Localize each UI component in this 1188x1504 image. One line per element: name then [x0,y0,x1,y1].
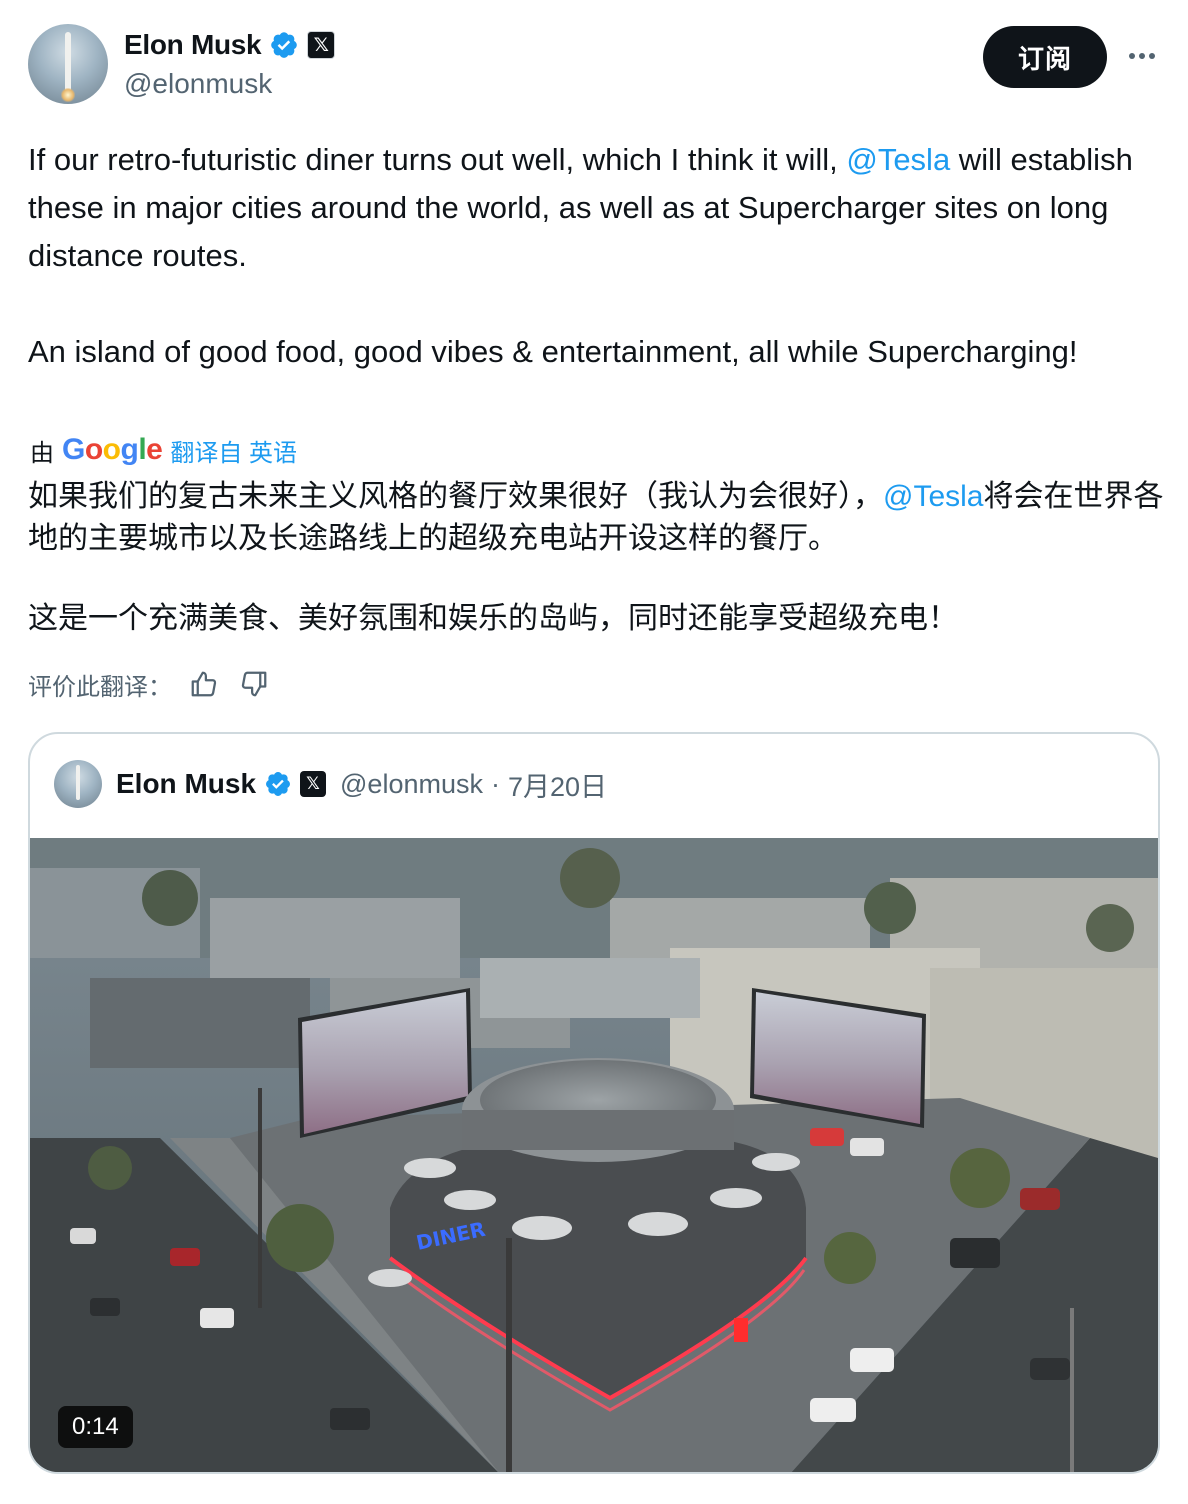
translated-mention-link[interactable]: @Tesla [883,480,984,513]
tweet-paragraph-2: An island of good food, good vibes & ent… [28,334,1078,369]
quoted-tweet-card[interactable]: Elon Musk 𝕏 @elonmusk · 7月20日 DINER 0:14 [28,732,1160,1474]
subscribe-button[interactable]: 订阅 [983,26,1107,88]
verified-badge-icon [271,32,298,58]
video-duration: 0:14 [58,1406,133,1448]
video-player[interactable]: DINER 0:14 [30,838,1158,1472]
video-thumbnail: DINER [30,838,1158,1472]
thumbs-up-icon[interactable] [186,666,222,702]
translated-text: 如果我们的复古未来主义风格的餐厅效果很好（我认为会很好），@Tesla将会在世界… [28,476,1168,640]
author-name-row: Elon Musk 𝕏 [124,28,336,62]
author-handle[interactable]: @elonmusk [124,68,272,100]
quoted-verified-badge-icon [266,772,290,796]
translation-attribution: 由 Google 翻译自 英语 [30,433,298,468]
tweet-paragraph-1: If our retro-futuristic diner turns out … [28,142,1133,273]
quoted-author-name: Elon Musk [116,768,257,799]
x-logo-icon[interactable]: 𝕏 [307,31,336,59]
translated-paragraph-1: 如果我们的复古未来主义风格的餐厅效果很好（我认为会很好），@Tesla将会在世界… [28,480,1164,555]
google-logo: Google [62,433,163,466]
quoted-tweet-header: Elon Musk 𝕏 @elonmusk · 7月20日 [54,758,607,810]
translate-source-link[interactable]: 翻译自 英语 [170,433,297,468]
more-icon[interactable] [1124,38,1160,74]
rate-translation: 评价此翻译： [28,664,272,704]
tweet-header: Elon Musk 𝕏 @elonmusk 订阅 [28,24,1160,106]
mention-link[interactable]: @Tesla [846,142,950,177]
author-avatar[interactable] [28,24,108,104]
rate-translation-label: 评价此翻译： [28,673,172,701]
translated-paragraph-2: 这是一个充满美食、美好氛围和娱乐的岛屿，同时还能享受超级充电！ [28,602,958,635]
quoted-x-logo-icon: 𝕏 [300,771,327,797]
quoted-author-handle: @elonmusk [340,768,483,799]
author-display-name[interactable]: Elon Musk [124,29,262,61]
quoted-author-avatar [54,760,102,808]
quoted-tweet-date: 7月20日 [507,771,608,802]
thumbs-down-icon[interactable] [236,666,272,702]
tweet-text: If our retro-futuristic diner turns out … [28,136,1160,376]
